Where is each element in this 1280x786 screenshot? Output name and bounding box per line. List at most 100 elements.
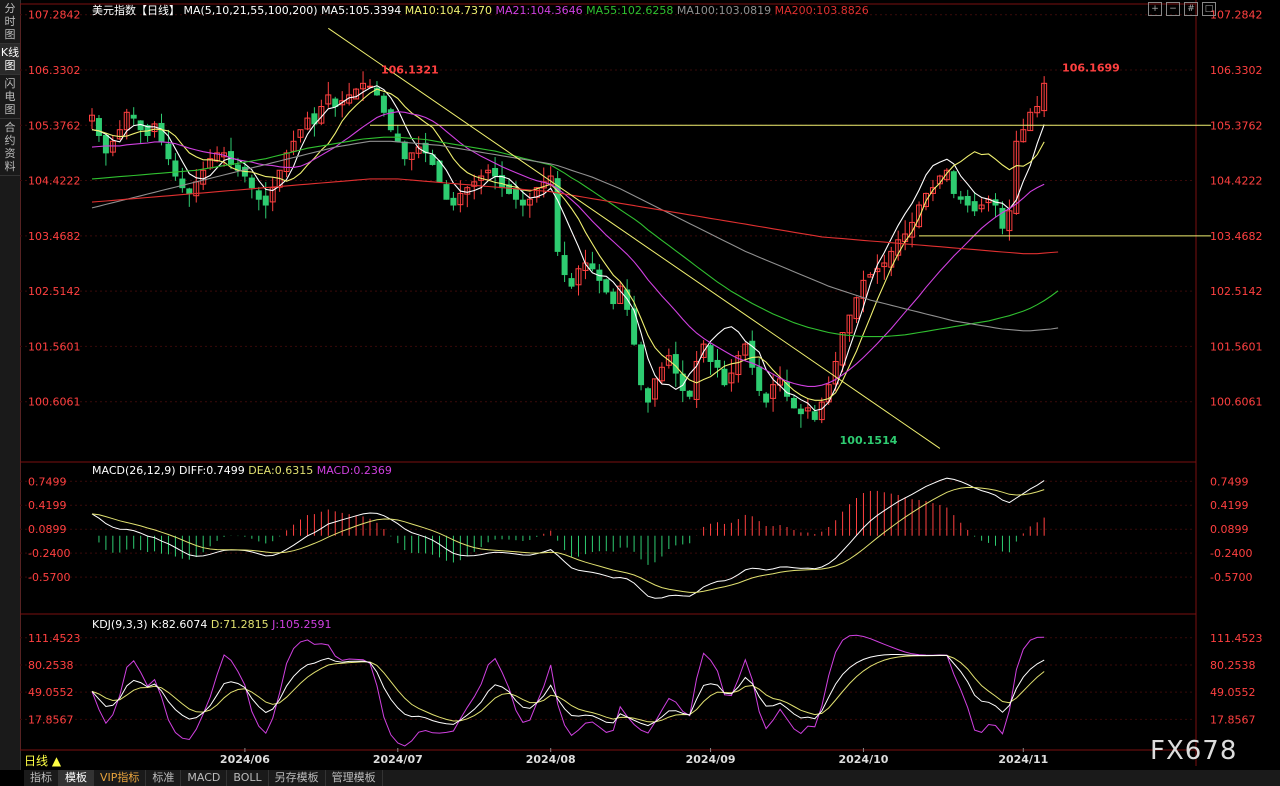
x-tick-label: 2024/11 xyxy=(998,753,1048,766)
chart-title: 美元指数【日线】 xyxy=(92,3,184,17)
candle-down xyxy=(186,188,193,194)
candle-down xyxy=(255,190,262,200)
candle-down xyxy=(790,397,797,409)
x-tick-label: 2024/09 xyxy=(686,753,736,766)
kdj-value-d: D:71.2815 xyxy=(211,618,272,631)
candle-down xyxy=(519,199,526,206)
y-tick-label-right: 17.8567 xyxy=(1210,713,1256,726)
candle-down xyxy=(165,143,172,160)
candle-down xyxy=(568,278,575,287)
candle-down xyxy=(512,188,519,200)
ma-legend-label: MA(5,10,21,55,100,200) xyxy=(184,4,322,17)
bottom-tab-bar: 指标 模板 VIP指标 标准 MACD BOLL 另存模板 管理模板 xyxy=(24,770,1280,786)
minus-square-icon[interactable]: − xyxy=(1166,2,1180,16)
y-tick-label-left: 101.5601 xyxy=(28,340,81,353)
tab-save-template[interactable]: 另存模板 xyxy=(269,770,326,786)
kdj-value-j: J:105.2591 xyxy=(271,618,331,631)
candle-down xyxy=(450,197,457,206)
watermark-logo: FX678 xyxy=(1150,736,1238,766)
grid-icon[interactable]: # xyxy=(1184,2,1198,16)
tab-contract-info[interactable]: 合约资料 xyxy=(0,119,20,176)
y-tick-label-left: 105.3762 xyxy=(28,119,81,132)
macd-value-j: MACD:0.2369 xyxy=(317,464,392,477)
macd-title: MACD(26,12,9) xyxy=(92,464,179,477)
y-tick-label-left: 111.4523 xyxy=(28,632,81,645)
x-tick-label: 2024/06 xyxy=(220,753,270,766)
tab-manage-templates[interactable]: 管理模板 xyxy=(326,770,383,786)
y-tick-label-right: 100.6061 xyxy=(1210,396,1263,409)
candle-down xyxy=(172,160,179,177)
y-tick-label-left: -0.2400 xyxy=(28,547,70,560)
x-tick-label: 2024/07 xyxy=(373,753,423,766)
ma-line-ma10 xyxy=(91,88,1045,401)
left-sidebar: 分时图 K线图 闪电图 合约资料 xyxy=(0,0,21,770)
candle-down xyxy=(443,184,450,200)
macd-value-dea: DEA:0.6315 xyxy=(248,464,316,477)
y-tick-label-right: 0.0899 xyxy=(1210,523,1249,536)
candle-down xyxy=(158,122,165,142)
y-tick-label-left: 17.8567 xyxy=(28,713,74,726)
kline-chart[interactable]: 107.2842 107.2842 106.3302 106.3302 105.3762… xyxy=(20,0,1280,770)
tab-boll[interactable]: BOLL xyxy=(227,770,269,786)
y-tick-label-right: 102.5142 xyxy=(1210,285,1263,298)
candle-down xyxy=(763,393,770,403)
macd-value-diff: DIFF:0.7499 xyxy=(179,464,248,477)
tab-flash[interactable]: 闪电图 xyxy=(0,75,20,119)
tab-indicators[interactable]: 指标 xyxy=(24,770,59,786)
candle-down xyxy=(102,134,109,154)
y-tick-label-right: 0.4199 xyxy=(1210,499,1249,512)
y-tick-label-right: 103.4682 xyxy=(1210,230,1263,243)
y-tick-label-right: 0.7499 xyxy=(1210,475,1249,488)
ma-line-ma200 xyxy=(91,178,1059,255)
y-tick-label-right: -0.5700 xyxy=(1210,571,1252,584)
trendline xyxy=(328,27,941,449)
y-tick-label-right: 104.4222 xyxy=(1210,175,1263,188)
kdj-value-k: K:82.6074 xyxy=(151,618,211,631)
candle-down xyxy=(645,388,651,403)
period-selector[interactable]: 日线 ▲ xyxy=(24,752,61,769)
y-tick-label-left: 106.3302 xyxy=(28,64,81,77)
chart-toolbar: + − # □ xyxy=(1148,2,1216,16)
candle-down xyxy=(492,167,499,177)
tab-vip-indicators[interactable]: VIP指标 xyxy=(94,770,147,786)
y-tick-label-left: 102.5142 xyxy=(28,285,81,298)
y-tick-label-left: 103.4682 xyxy=(28,230,81,243)
macd-legend: MACD(26,12,9) DIFF:0.7499 DEA:0.6315 MAC… xyxy=(92,464,392,477)
ma-value-ma10: MA10:104.7370 xyxy=(405,4,496,17)
y-tick-label-left: 0.4199 xyxy=(28,499,67,512)
candle-down xyxy=(686,390,693,397)
y-tick-label-left: 0.7499 xyxy=(28,475,67,488)
tab-macd[interactable]: MACD xyxy=(181,770,228,786)
candle-down xyxy=(638,344,645,386)
candle-down xyxy=(561,255,568,276)
candle-down xyxy=(603,279,610,293)
tab-standard[interactable]: 标准 xyxy=(146,770,182,786)
x-tick-label: 2024/10 xyxy=(838,753,888,766)
candle-down xyxy=(971,201,978,212)
y-tick-label-right: 106.3302 xyxy=(1210,64,1263,77)
x-tick-label: 2024/08 xyxy=(526,753,576,766)
y-tick-label-right: 49.0552 xyxy=(1210,686,1256,699)
candle-down xyxy=(714,359,721,368)
candle-down xyxy=(707,345,714,362)
ma-value-ma5: MA5:105.3394 xyxy=(321,4,405,17)
candle-down xyxy=(672,354,679,374)
candle-down xyxy=(811,411,818,420)
price-annotation: 106.1699 xyxy=(1062,61,1120,74)
tab-kline[interactable]: K线图 xyxy=(0,44,20,75)
tab-timeshare[interactable]: 分时图 xyxy=(0,0,20,44)
ma-value-ma100: MA100:103.0819 xyxy=(677,4,775,17)
y-tick-label-left: 104.4222 xyxy=(28,175,81,188)
y-tick-label-left: 80.2538 xyxy=(28,659,74,672)
plus-square-icon[interactable]: + xyxy=(1148,2,1162,16)
candle-down xyxy=(248,177,255,189)
y-tick-label-right: 111.4523 xyxy=(1210,632,1263,645)
y-tick-label-right: 101.5601 xyxy=(1210,340,1263,353)
price-annotation: 100.1514 xyxy=(840,434,898,447)
ma-value-ma21: MA21:104.3646 xyxy=(495,4,586,17)
y-tick-label-right: -0.2400 xyxy=(1210,547,1252,560)
tab-templates[interactable]: 模板 xyxy=(59,770,94,786)
price-annotation: 106.1321 xyxy=(381,64,439,77)
ma-value-ma55: MA55:102.6258 xyxy=(586,4,677,17)
fullscreen-icon[interactable]: □ xyxy=(1202,2,1216,16)
